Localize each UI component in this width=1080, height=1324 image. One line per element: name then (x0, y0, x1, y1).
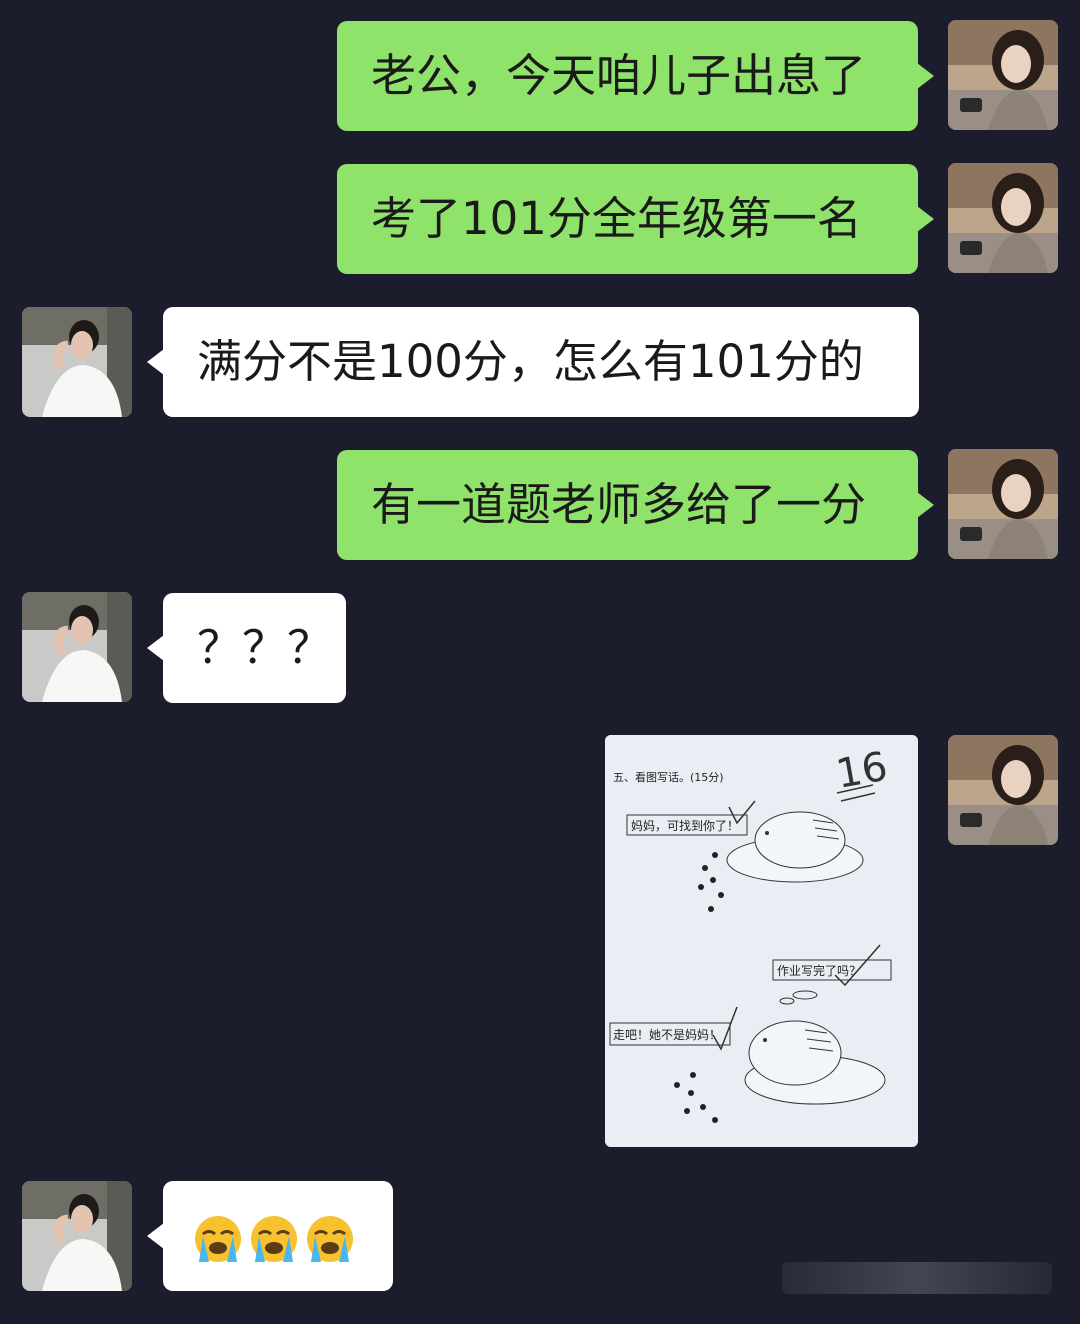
message-bubble-sent[interactable]: 老公，今天咱儿子出息了 (337, 21, 934, 131)
avatar-self[interactable] (948, 163, 1058, 273)
worksheet-image-message[interactable]: 五、看图写话。(15分) 16 妈妈，可找到你了！ 作业写完了吗？ 走吧！她不是… (605, 735, 918, 1147)
message-bubble-sent[interactable]: 有一道题老师多给了一分 (337, 450, 934, 560)
loudly-crying-face-icon (193, 1214, 243, 1264)
avatar-image (948, 20, 1058, 130)
avatar-image (948, 163, 1058, 273)
message-bubble-received[interactable]: ？？？ (147, 593, 346, 703)
message-bubble-sent[interactable]: 考了101分全年级第一名 (337, 164, 934, 274)
avatar-self[interactable] (948, 449, 1058, 559)
speech-bubble-1: 妈妈，可找到你了！ (631, 819, 739, 833)
avatar-image (948, 449, 1058, 559)
score-mark: 16 (833, 744, 891, 798)
avatar-self[interactable] (948, 735, 1058, 845)
avatar-image (22, 592, 132, 702)
avatar-image (22, 1181, 132, 1291)
avatar-contact[interactable] (22, 307, 132, 417)
loudly-crying-face-icon (305, 1214, 355, 1264)
message-bubble-received[interactable] (147, 1181, 393, 1291)
speech-bubble-2: 作业写完了吗？ (777, 963, 861, 978)
avatar-image (948, 735, 1058, 845)
worksheet-heading: 五、看图写话。(15分) (613, 770, 724, 784)
avatar-contact[interactable] (22, 1181, 132, 1291)
message-bubble-received[interactable]: 满分不是100分，怎么有101分的 (147, 307, 919, 417)
avatar-self[interactable] (948, 20, 1058, 130)
blurred-watermark (782, 1262, 1052, 1294)
avatar-image (22, 307, 132, 417)
worksheet-drawing: 五、看图写话。(15分) 16 妈妈，可找到你了！ 作业写完了吗？ 走吧！她不是… (605, 735, 918, 1147)
loudly-crying-face-icon (249, 1214, 299, 1264)
avatar-contact[interactable] (22, 592, 132, 702)
speech-bubble-3: 走吧！她不是妈妈！ (613, 1028, 721, 1042)
